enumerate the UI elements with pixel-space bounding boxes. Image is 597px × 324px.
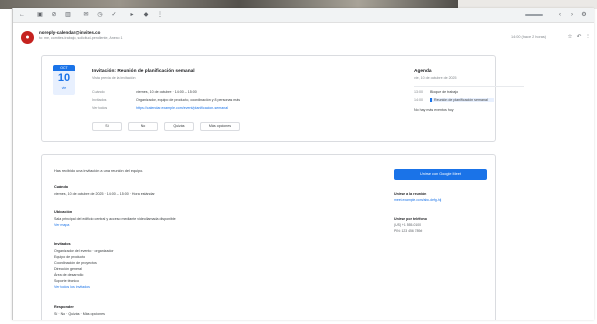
location-text: Sala principal del edificio central y ac…: [54, 217, 176, 221]
reply-icon[interactable]: ↶: [576, 34, 582, 40]
agenda-event-name: No hay más eventos hoy: [414, 108, 454, 112]
location-map-link[interactable]: Ver mapa: [54, 223, 69, 227]
pagination-indicator: [525, 12, 543, 17]
view-all-guests-link[interactable]: Ver todos los invitados: [54, 285, 90, 289]
agenda-event-time: 14:00: [414, 98, 423, 102]
star-icon[interactable]: ☆: [567, 34, 573, 40]
guest-item: Área de desarrollo: [54, 273, 84, 277]
agenda-event-name: Bloque de trabajo: [430, 90, 459, 94]
label-icon[interactable]: ◆: [143, 12, 149, 18]
newer-icon[interactable]: ‹: [557, 12, 563, 18]
invite-row-value: viernes, 10 de octubre · 14:00 – 15:00: [136, 90, 197, 94]
sender-avatar[interactable]: ●: [21, 31, 34, 44]
rsvp-yes-button[interactable]: Sí: [92, 122, 122, 131]
intro-text: Has recibido una invitación a una reunió…: [54, 169, 144, 173]
recipients-line[interactable]: to: me, comites-trabajo, solicitud-pendi…: [39, 36, 123, 40]
older-icon[interactable]: ›: [569, 12, 575, 18]
location-heading: Ubicación: [54, 210, 73, 214]
invite-row-label: Cuándo: [92, 90, 105, 94]
archive-icon[interactable]: ▣: [37, 12, 43, 18]
meeting-link[interactable]: meet.example.com/abc-defg-hij: [394, 198, 441, 202]
email-date: 14:00 (hace 2 horas): [511, 35, 547, 39]
when-heading: Cuándo: [54, 185, 69, 189]
rsvp-more-options-button[interactable]: Más opciones: [200, 122, 240, 131]
snooze-icon[interactable]: ◷: [97, 12, 103, 18]
badge-day: 10: [57, 72, 71, 84]
invite-row-value: Organizador, equipo de producto, coordin…: [136, 98, 241, 102]
add-task-icon[interactable]: ✓: [111, 12, 117, 18]
invite-subtitle: Vista previa de la invitación: [92, 76, 136, 80]
agenda-title: Agenda: [414, 69, 432, 74]
join-meeting-button[interactable]: Unirse con Google Meet: [394, 169, 487, 180]
settings-icon[interactable]: ⚙: [581, 12, 587, 18]
badge-month: OCT: [53, 65, 75, 71]
agenda-event-current[interactable]: 14:00 Reunión de planificación semanal: [414, 98, 494, 102]
sender-address[interactable]: noreply-calendar@invites.co: [39, 30, 100, 35]
invite-row-link[interactable]: Ver todos https://calendar.example.com/e…: [92, 106, 392, 111]
agenda-date: vie, 10 de octubre de 2025: [414, 76, 457, 80]
invite-row-guests: Invitados Organizador, equipo de product…: [92, 98, 392, 103]
rsvp-no-button[interactable]: No: [128, 122, 158, 131]
more-icon[interactable]: ⋮: [157, 12, 163, 18]
calendar-invite-card: OCT 10 vie Invitación: Reunión de planif…: [41, 55, 524, 142]
invite-row-label: Invitados: [92, 98, 107, 102]
phone-pin: PIN: 123 456 789#: [394, 229, 423, 233]
agenda-event[interactable]: 13:00 Bloque de trabajo: [414, 90, 458, 94]
delete-icon[interactable]: ▥: [65, 12, 71, 18]
rsvp-maybe-button[interactable]: Quizás: [164, 122, 194, 131]
more-vert-icon[interactable]: ⋮: [585, 34, 591, 40]
guest-item: Equipo de producto: [54, 255, 86, 259]
reply-heading: Responder: [54, 305, 74, 309]
join-by-phone-heading: Unirse por teléfono: [394, 217, 427, 221]
email-window: ← ▣ ⊘ ▥ ✉ ◷ ✓ ▸ ◆ ⋮ ‹ › ⚙ ● noreply-cale…: [12, 8, 594, 320]
invite-row-when: Cuándo viernes, 10 de octubre · 14:00 – …: [92, 90, 392, 95]
guest-item: Soporte técnico: [54, 279, 79, 283]
agenda-event-name: Reunión de planificación semanal: [430, 98, 494, 102]
guest-item: Dirección general: [54, 267, 82, 271]
move-to-icon[interactable]: ▸: [129, 12, 135, 18]
invite-title: Invitación: Reunión de planificación sem…: [92, 69, 195, 74]
invite-row-label: Ver todos: [92, 106, 108, 110]
back-arrow-icon[interactable]: ←: [19, 12, 25, 18]
badge-weekday: vie: [61, 86, 67, 90]
when-text: viernes, 10 de octubre de 2025 · 14:00 –…: [54, 192, 155, 196]
agenda-divider: [414, 86, 524, 87]
phone-number[interactable]: (US) +1 555-0100: [394, 223, 421, 227]
reply-options[interactable]: Sí · No · Quizás · Más opciones: [54, 312, 105, 316]
guests-heading: Invitados: [54, 242, 71, 246]
calendar-date-badge: OCT 10 vie: [53, 65, 75, 95]
guest-item: Organizador del evento · organizador: [54, 249, 114, 253]
event-link[interactable]: https://calendar.example.com/event/plani…: [136, 106, 228, 110]
email-toolbar: ← ▣ ⊘ ▥ ✉ ◷ ✓ ▸ ◆ ⋮ ‹ › ⚙: [13, 8, 594, 23]
email-body-card: Has recibido una invitación a una reunió…: [41, 154, 496, 320]
report-icon[interactable]: ⊘: [51, 12, 57, 18]
mark-unread-icon[interactable]: ✉: [83, 12, 89, 18]
join-meeting-heading: Unirse a la reunión: [394, 192, 427, 196]
agenda-event-time: 13:00: [414, 90, 423, 94]
agenda-event: No hay más eventos hoy: [414, 108, 454, 112]
guest-item: Coordinación de proyectos: [54, 261, 97, 265]
